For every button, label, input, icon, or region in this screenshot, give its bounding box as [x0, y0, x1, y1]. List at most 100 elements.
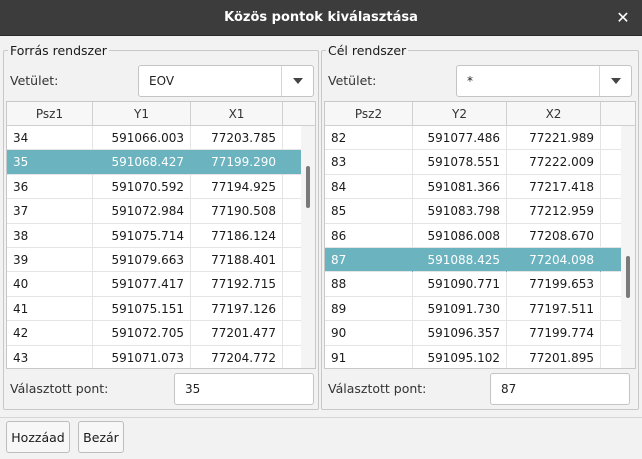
- target-cell-x: 77199.774: [507, 321, 601, 346]
- source-table-header: Psz1 Y1 X1: [7, 102, 315, 126]
- source-col-psz1[interactable]: Psz1: [7, 102, 93, 126]
- target-table-row[interactable]: 88 591090.771 77199.653: [325, 272, 635, 297]
- source-table-row[interactable]: 35 591068.427 77199.290: [7, 150, 315, 175]
- source-points-table[interactable]: Psz1 Y1 X1 34 591066.003 77203.785 35 591068…: [6, 101, 316, 369]
- source-table-row[interactable]: 40 591077.417 77192.715: [7, 272, 315, 297]
- target-table-row[interactable]: 89 591091.730 77197.511: [325, 296, 635, 322]
- target-cell-x: 77212.959: [507, 199, 601, 224]
- source-cell-id: 39: [7, 247, 93, 272]
- source-cell-x: 77194.925: [191, 174, 283, 199]
- source-cell-id: 34: [7, 126, 93, 150]
- source-col-x1[interactable]: X1: [191, 102, 283, 126]
- target-cell-x: 77221.989: [507, 126, 601, 150]
- source-cell-id: 41: [7, 296, 93, 321]
- target-cell-id: 91: [325, 345, 413, 368]
- target-cell-id: 89: [325, 296, 413, 321]
- target-cell-x: 77199.653: [507, 272, 601, 297]
- source-table-row[interactable]: 34 591066.003 77203.785: [7, 126, 315, 151]
- target-projection-label: Vetület:: [328, 73, 377, 88]
- add-button[interactable]: Hozzáad: [6, 421, 70, 453]
- window-title: Közös pontok kiválasztása: [224, 10, 418, 25]
- source-projection-dropdown-button[interactable]: [281, 66, 313, 96]
- target-system-group: Cél rendszer Vetület: * Psz2 Y2 X2 82 591…: [321, 43, 639, 410]
- target-cell-x: 77197.511: [507, 296, 601, 321]
- target-cell-y: 591096.357: [413, 321, 507, 346]
- source-table-row[interactable]: 36 591070.592 77194.925: [7, 174, 315, 200]
- target-selected-point-value: 87: [501, 382, 517, 396]
- target-group-title: Cél rendszer: [326, 43, 409, 58]
- source-col-y1[interactable]: Y1: [93, 102, 191, 126]
- source-cell-x: 77197.126: [191, 296, 283, 321]
- close-icon[interactable]: ✕: [614, 9, 632, 27]
- target-table-row[interactable]: 85 591083.798 77212.959: [325, 199, 635, 224]
- source-cell-y: 591079.663: [93, 247, 191, 272]
- source-system-group: Forrás rendszer Vetület: EOV Psz1 Y1 X1 …: [3, 43, 319, 410]
- target-cell-y: 591091.730: [413, 296, 507, 321]
- source-cell-y: 591071.073: [93, 345, 191, 368]
- target-table-scrollbar[interactable]: [621, 126, 635, 368]
- target-cell-y: 591090.771: [413, 272, 507, 297]
- source-cell-x: 77203.785: [191, 126, 283, 150]
- chevron-down-icon: [292, 78, 303, 84]
- target-col-y2[interactable]: Y2: [413, 102, 507, 126]
- target-cell-y: 591077.486: [413, 126, 507, 150]
- target-table-row[interactable]: 91 591095.102 77201.895: [325, 345, 635, 368]
- source-cell-x: 77192.715: [191, 272, 283, 297]
- target-cell-y: 591078.551: [413, 150, 507, 175]
- source-table-row[interactable]: 38 591075.714 77186.124: [7, 223, 315, 248]
- target-selected-label: Választott pont:: [328, 381, 427, 396]
- chevron-down-icon: [610, 78, 621, 84]
- source-table-row[interactable]: 41 591075.151 77197.126: [7, 296, 315, 322]
- dialog-body: Forrás rendszer Vetület: EOV Psz1 Y1 X1 …: [0, 36, 642, 459]
- target-projection-select[interactable]: *: [456, 65, 632, 97]
- source-table-body: 34 591066.003 77203.785 35 591068.427 77199.2…: [7, 126, 315, 368]
- source-table-row[interactable]: 39 591079.663 77188.401: [7, 247, 315, 273]
- target-scroll-thumb[interactable]: [626, 256, 630, 298]
- source-table-row[interactable]: 37 591072.984 77190.508: [7, 199, 315, 224]
- target-col-x2[interactable]: X2: [507, 102, 601, 126]
- source-cell-x: 77188.401: [191, 247, 283, 272]
- target-points-table[interactable]: Psz2 Y2 X2 82 591077.486 77221.989 83 591078…: [324, 101, 636, 369]
- target-table-row[interactable]: 86 591086.008 77208.670: [325, 223, 635, 248]
- target-cell-id: 90: [325, 321, 413, 346]
- target-table-row[interactable]: 84 591081.366 77217.418: [325, 174, 635, 200]
- source-cell-y: 591075.714: [93, 223, 191, 248]
- target-table-row[interactable]: 83 591078.551 77222.009: [325, 150, 635, 175]
- source-scroll-thumb[interactable]: [306, 166, 310, 208]
- source-cell-y: 591066.003: [93, 126, 191, 150]
- source-cell-id: 35: [7, 150, 93, 175]
- source-cell-x: 77204.772: [191, 345, 283, 368]
- target-cell-x: 77208.670: [507, 223, 601, 248]
- source-table-scrollbar[interactable]: [301, 126, 315, 368]
- source-cell-y: 591075.151: [93, 296, 191, 321]
- source-selected-point-field[interactable]: 35: [174, 373, 314, 405]
- target-projection-dropdown-button[interactable]: [599, 66, 631, 96]
- source-selected-point-value: 35: [185, 382, 201, 396]
- target-table-row[interactable]: 87 591088.425 77204.098: [325, 247, 635, 273]
- source-cell-y: 591077.417: [93, 272, 191, 297]
- source-table-row[interactable]: 42 591072.705 77201.477: [7, 321, 315, 346]
- target-cell-id: 85: [325, 199, 413, 224]
- source-table-row[interactable]: 43 591071.073 77204.772: [7, 345, 315, 368]
- source-cell-id: 43: [7, 345, 93, 368]
- target-cell-id: 88: [325, 272, 413, 297]
- target-table-row[interactable]: 82 591077.486 77221.989: [325, 126, 635, 151]
- source-projection-select[interactable]: EOV: [138, 65, 314, 97]
- target-col-psz2[interactable]: Psz2: [325, 102, 413, 126]
- target-cell-id: 83: [325, 150, 413, 175]
- window-titlebar: Közös pontok kiválasztása ✕: [0, 0, 642, 36]
- close-button[interactable]: Bezár: [78, 421, 124, 453]
- target-table-row[interactable]: 90 591096.357 77199.774: [325, 321, 635, 346]
- target-selected-point-field[interactable]: 87: [490, 373, 630, 405]
- target-cell-x: 77201.895: [507, 345, 601, 368]
- source-cell-x: 77201.477: [191, 321, 283, 346]
- source-projection-value: EOV: [149, 74, 175, 88]
- source-cell-x: 77190.508: [191, 199, 283, 224]
- button-bar-divider: [0, 417, 642, 418]
- source-cell-id: 36: [7, 174, 93, 199]
- target-cell-id: 86: [325, 223, 413, 248]
- source-cell-y: 591068.427: [93, 150, 191, 175]
- source-selected-label: Választott pont:: [10, 381, 109, 396]
- source-cell-y: 591072.705: [93, 321, 191, 346]
- target-cell-y: 591086.008: [413, 223, 507, 248]
